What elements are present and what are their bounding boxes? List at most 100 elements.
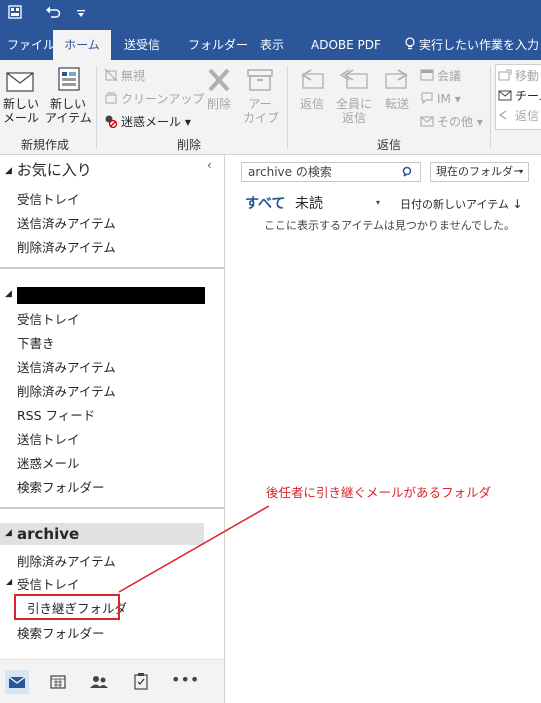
delete-label: 削除 <box>206 97 231 111</box>
quick-step-move[interactable]: 移動 <box>498 67 539 85</box>
quick-access-toolbar <box>0 0 541 30</box>
nav-divider <box>0 507 224 509</box>
group-separator <box>96 66 97 148</box>
group-respond-label: 返信 <box>377 138 402 152</box>
archive-inbox-expand-icon[interactable]: ◢ <box>6 577 12 586</box>
reply-delete-label: 返信 <box>515 109 540 123</box>
team-label: チーム <box>515 89 541 103</box>
archive-folder-search[interactable]: 検索フォルダー <box>17 623 105 642</box>
folder-inbox[interactable]: 受信トレイ <box>17 309 80 328</box>
archive-button[interactable]: アー カイブ <box>243 66 279 125</box>
ribbon: 新しい メール 新しい アイテム 新規作成 無視 クリーンアップ 迷惑メール ▾… <box>0 60 541 155</box>
archive-folder-deleted[interactable]: 削除済みアイテム <box>17 551 116 570</box>
im-icon <box>421 92 433 105</box>
delete-button[interactable]: 削除 <box>203 66 235 111</box>
cleanup-label: クリーンアップ <box>121 92 205 106</box>
fav-item-inbox[interactable]: 受信トレイ <box>17 189 80 208</box>
nav-divider <box>0 267 224 269</box>
tasks-icon[interactable] <box>129 670 153 694</box>
folder-outbox[interactable]: 送信トレイ <box>17 429 80 448</box>
forward-button[interactable]: 転送 <box>379 66 415 111</box>
fav-item-sent[interactable]: 送信済みアイテム <box>17 213 116 232</box>
meeting-icon <box>420 69 434 81</box>
junk-icon <box>105 115 118 128</box>
meeting-button[interactable]: 会議 <box>420 67 461 85</box>
sort-button[interactable]: 日付の新しいアイテム ↓ <box>400 196 522 212</box>
more-respond-button[interactable]: その他 ▾ <box>420 113 483 131</box>
reply-all-button[interactable]: 全員に 返信 <box>334 66 374 125</box>
ignore-label: 無視 <box>121 69 146 83</box>
module-nav: ••• <box>0 659 225 703</box>
reply-all-label: 全員に 返信 <box>335 97 372 125</box>
tab-adobe-pdf[interactable]: ADOBE PDF <box>311 30 381 60</box>
folder-pane: ◢ お気に入り ‹ 受信トレイ 送信済みアイテム 削除済みアイテム ◢ 受信トレ… <box>0 155 225 659</box>
new-items-icon <box>58 67 80 91</box>
search-scope-value: 現在のフォルダー <box>436 165 524 178</box>
favorites-title: お気に入り <box>16 161 92 179</box>
meeting-label: 会議 <box>437 69 462 83</box>
search-input[interactable]: archive の検索 <box>241 162 421 182</box>
empty-list-message: ここに表示するアイテムは見つかりませんでした。 <box>264 219 516 232</box>
tell-me-box[interactable]: 実行したい作業を入力し <box>404 30 541 60</box>
search-icon[interactable] <box>402 166 414 178</box>
cleanup-button[interactable]: クリーンアップ <box>104 90 204 108</box>
filter-unread[interactable]: 未読 <box>295 193 323 213</box>
cleanup-icon <box>105 92 117 104</box>
ignore-button[interactable]: 無視 <box>104 67 145 85</box>
more-respond-icon <box>420 116 434 127</box>
im-button[interactable]: IM ▾ <box>420 90 461 108</box>
tab-view[interactable]: 表示 <box>260 30 284 60</box>
group-new-label: 新規作成 <box>21 138 70 152</box>
folder-rss[interactable]: RSS フィード <box>17 405 95 424</box>
search-scope-select[interactable]: 現在のフォルダー ▾ <box>430 162 529 182</box>
reply-all-icon <box>339 69 368 89</box>
quick-step-team[interactable]: チーム <box>498 87 541 105</box>
reply-button[interactable]: 返信 <box>294 66 330 111</box>
folder-search[interactable]: 検索フォルダー <box>17 477 105 496</box>
minimize-pane-icon[interactable]: ‹ <box>207 158 212 172</box>
mail-icon[interactable] <box>5 670 29 694</box>
more-icon[interactable]: ••• <box>171 670 199 694</box>
customize-qat-icon[interactable] <box>72 4 90 26</box>
folder-deleted[interactable]: 削除済みアイテム <box>17 381 116 400</box>
forward-icon <box>385 69 408 89</box>
tab-folder[interactable]: フォルダー <box>188 30 248 60</box>
search-placeholder: archive の検索 <box>248 165 332 179</box>
favorites-header[interactable]: ◢ お気に入り <box>5 159 92 180</box>
undo-icon[interactable] <box>42 4 64 26</box>
account-expand-icon[interactable]: ◢ <box>5 289 12 299</box>
new-mail-button[interactable]: 新しい メール <box>3 66 40 125</box>
filter-dropdown-icon[interactable]: ▾ <box>376 198 380 207</box>
quick-step-reply-delete[interactable]: 返信 <box>498 107 539 125</box>
reply-delete-icon <box>498 110 507 120</box>
folder-drafts[interactable]: 下書き <box>17 333 55 352</box>
ribbon-tabs: ファイル ホーム 送受信 フォルダー 表示 ADOBE PDF 実行したい作業を… <box>0 30 541 60</box>
new-items-button[interactable]: 新しい アイテム <box>45 66 92 125</box>
tab-file[interactable]: ファイル <box>7 30 55 60</box>
im-label: IM <box>437 92 451 106</box>
folder-junk[interactable]: 迷惑メール <box>17 453 80 472</box>
move-icon <box>498 69 512 81</box>
calendar-icon[interactable] <box>46 670 70 694</box>
outlook-layout-icon[interactable] <box>4 4 26 26</box>
people-icon[interactable] <box>87 670 111 694</box>
tab-home[interactable]: ホーム <box>53 30 111 60</box>
new-mail-label: 新しい メール <box>3 97 40 125</box>
folder-sent[interactable]: 送信済みアイテム <box>17 357 116 376</box>
reply-icon <box>301 69 324 89</box>
annotation-text: 後任者に引き継ぐメールがあるフォルダ <box>266 485 492 500</box>
quick-steps-gallery: 移動 チーム 返信 <box>495 64 541 130</box>
fav-item-deleted[interactable]: 削除済みアイテム <box>17 237 116 256</box>
highlight-box <box>14 594 120 620</box>
tell-me-text: 実行したい作業を入力し <box>419 38 541 52</box>
filter-all[interactable]: すべて <box>245 193 285 213</box>
archive-folder-inbox[interactable]: 受信トレイ <box>17 574 80 593</box>
tab-send-receive[interactable]: 送受信 <box>124 30 160 60</box>
archive-expand-icon[interactable]: ◢ <box>5 528 12 538</box>
junk-button[interactable]: 迷惑メール ▾ <box>104 113 191 131</box>
group-separator <box>490 66 491 148</box>
new-mail-icon <box>6 72 34 92</box>
archive-title: archive <box>17 525 80 543</box>
sort-label: 日付の新しいアイテム <box>400 198 509 211</box>
redacted-account-name <box>17 287 205 304</box>
